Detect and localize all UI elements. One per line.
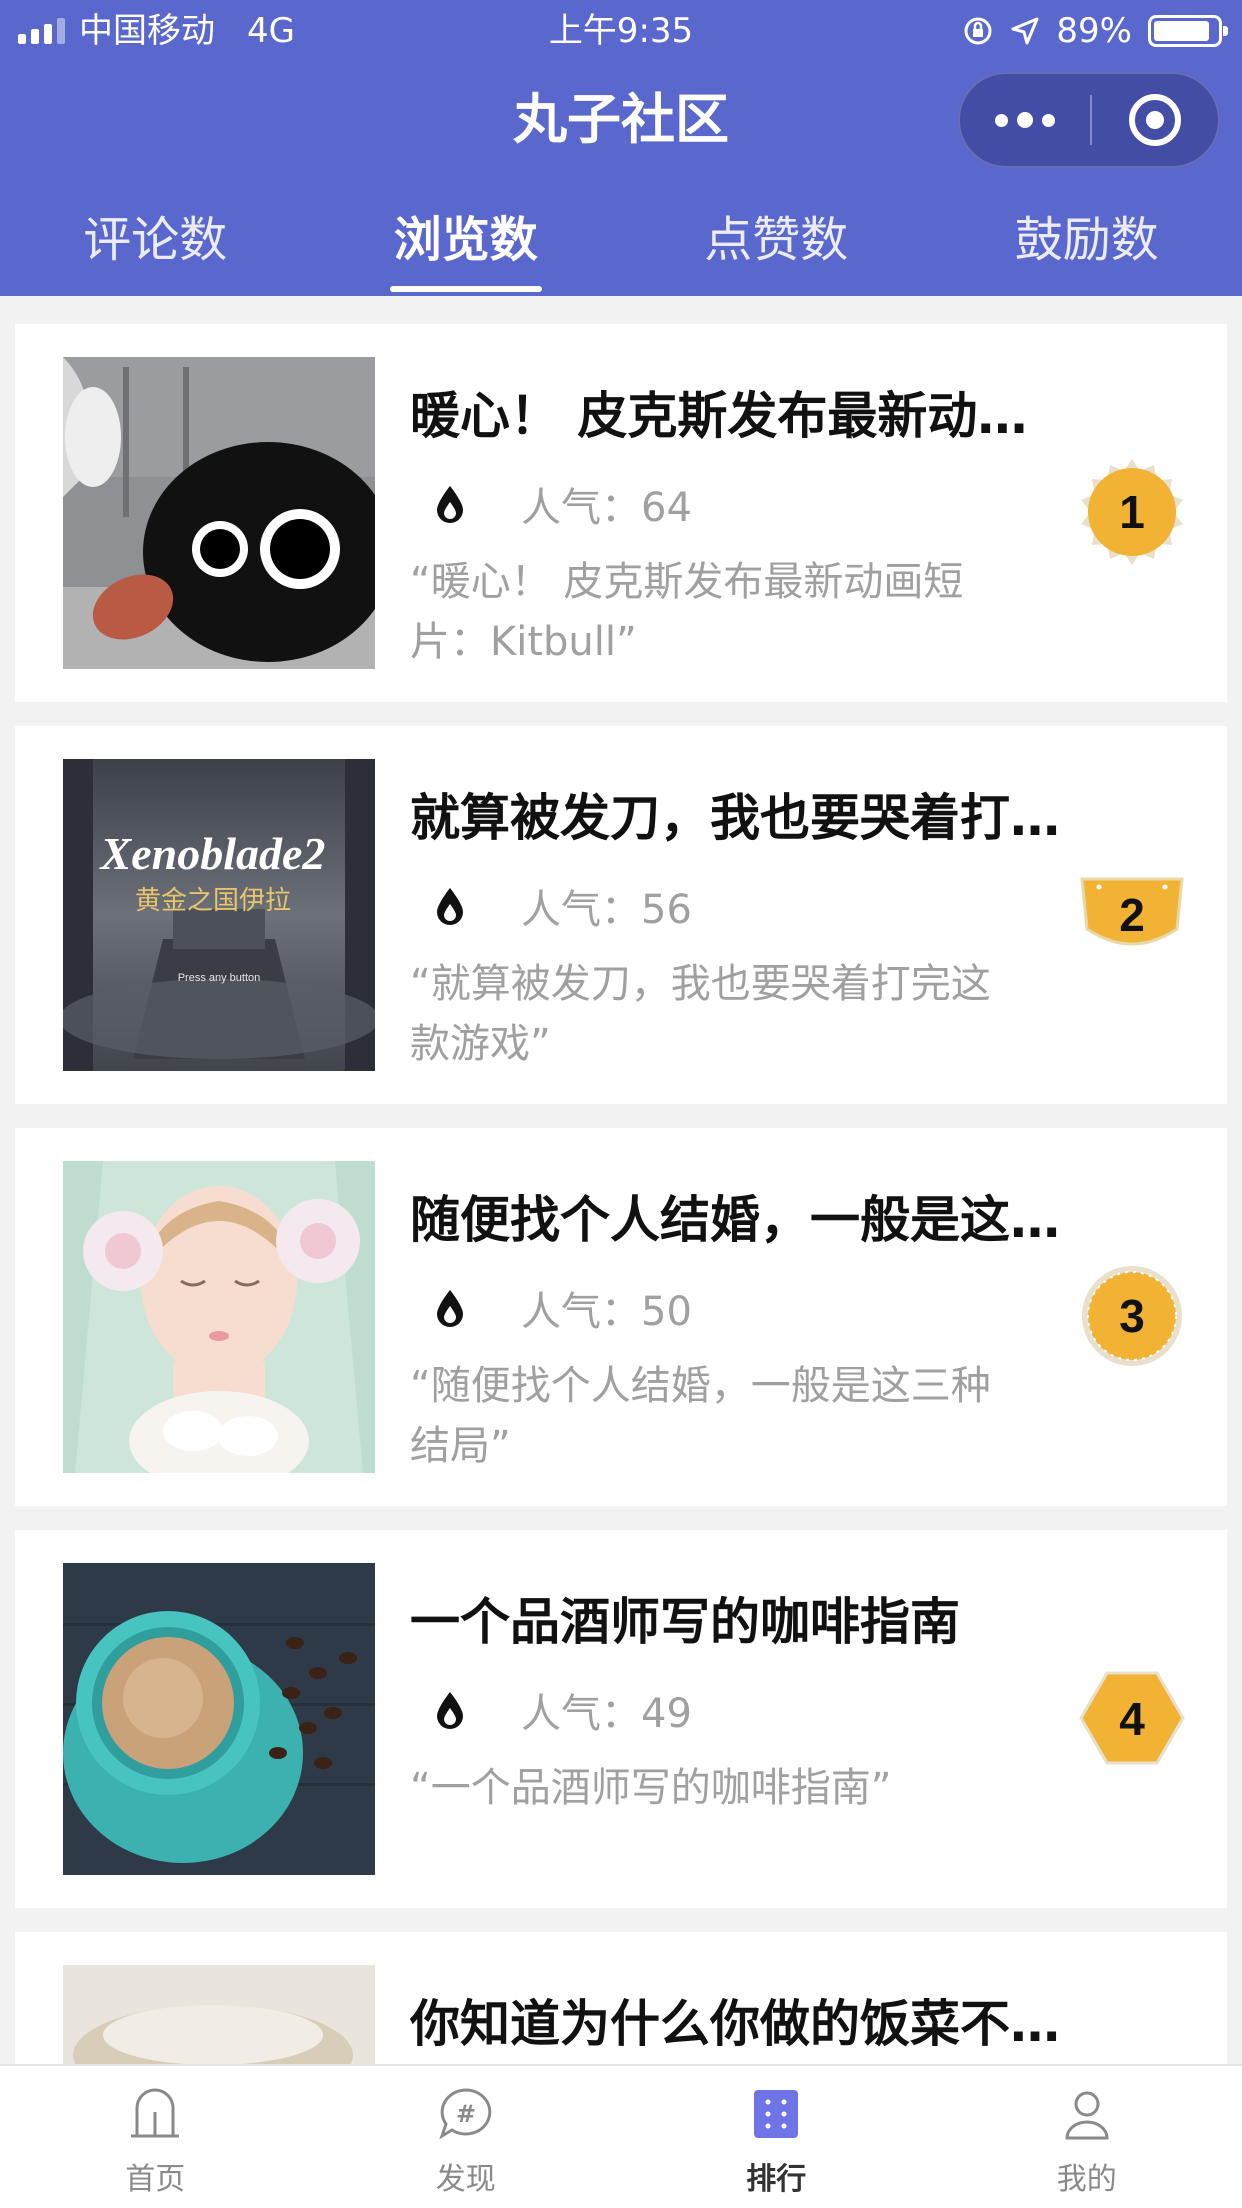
rank-badge-1: 1 — [1081, 459, 1183, 565]
sort-tabs: 评论数 浏览数 点赞数 鼓励数 — [0, 200, 1242, 296]
article-excerpt: “一个品酒师写的咖啡指南” — [410, 1765, 892, 1811]
fire-icon — [437, 888, 463, 925]
article-thumbnail — [63, 1161, 375, 1473]
thumb-press-text: Press any button — [178, 972, 261, 984]
more-button[interactable] — [960, 74, 1090, 166]
article-title[interactable]: 暖心！ 皮克斯发布最新动画短片：Kitbull — [410, 376, 1070, 456]
article-title[interactable]: 你知道为什么你做的饭菜不好吃吗 — [410, 1984, 1070, 2064]
article-excerpt: “就算被发刀，我也要哭着打完这款游戏” — [410, 961, 991, 1067]
tabbar-item-ranking[interactable]: 排行 — [621, 2066, 932, 2208]
svg-text:#: # — [456, 2100, 476, 2128]
popularity-count: 人气：64 — [521, 485, 692, 531]
list-item[interactable]: Xenoblade2 黄金之国伊拉 Press any button 就算被发刀… — [15, 726, 1227, 1104]
list-item[interactable]: 暖心！ 皮克斯发布最新动画短片：Kitbull 人气：64 “暖心！ 皮克斯发布… — [15, 324, 1227, 702]
tab-comments[interactable]: 评论数 — [0, 200, 311, 296]
thumb-game-title: Xenoblade2 — [99, 828, 326, 879]
close-button[interactable] — [1092, 74, 1218, 166]
tabbar-label: 首页 — [125, 2162, 186, 2197]
close-target-icon — [1129, 94, 1181, 146]
article-thumbnail — [63, 357, 375, 669]
rank-number: 3 — [1119, 1290, 1145, 1342]
ranking-icon — [754, 2090, 799, 2138]
bottom-tab-bar: 首页 # 发现 排行 我的 — [0, 2064, 1242, 2208]
header: 中国移动 4G 上午9:35 89% 丸子社区 评论数 浏览数 点赞数 鼓励数 — [0, 0, 1242, 296]
fire-icon — [437, 1290, 463, 1327]
tabbar-label: 排行 — [746, 2162, 807, 2197]
article-title[interactable]: 随便找个人结婚，一般是这三种结局 — [410, 1180, 1070, 1260]
fire-icon — [437, 486, 463, 523]
more-dot-icon — [995, 113, 1008, 127]
more-dot-icon — [1042, 113, 1055, 127]
popularity-count: 人气：56 — [521, 887, 692, 933]
rank-number: 4 — [1119, 1693, 1145, 1745]
tab-views[interactable]: 浏览数 — [311, 200, 622, 296]
tabbar-label: 我的 — [1056, 2162, 1117, 2197]
article-thumbnail: Xenoblade2 黄金之国伊拉 Press any button — [63, 759, 375, 1071]
battery-percent: 89% — [1056, 11, 1132, 51]
popularity-count: 人气：50 — [521, 1289, 692, 1335]
profile-icon — [1065, 2091, 1109, 2140]
tabbar-item-discover[interactable]: # 发现 — [311, 2066, 622, 2208]
fire-icon — [437, 1692, 463, 1729]
orientation-lock-icon — [964, 17, 992, 45]
home-icon — [131, 2088, 180, 2138]
tabbar-label: 发现 — [435, 2162, 496, 2197]
battery-fill — [1154, 21, 1210, 41]
article-excerpt: “暖心！ 皮克斯发布最新动画短片：Kitbull” — [410, 559, 964, 665]
article-title[interactable]: 就算被发刀，我也要哭着打完这款游戏 — [410, 778, 1070, 858]
rank-number: 1 — [1119, 486, 1145, 538]
tabbar-item-profile[interactable]: 我的 — [932, 2066, 1242, 2208]
tab-encouragements[interactable]: 鼓励数 — [932, 200, 1242, 296]
article-thumbnail — [63, 1563, 375, 1875]
rank-badge-4: 4 — [1079, 1671, 1185, 1765]
popularity: 人气：56 — [433, 876, 692, 936]
battery-icon — [1148, 15, 1228, 47]
rank-number: 2 — [1119, 889, 1145, 941]
rank-badge-3: 3 — [1082, 1266, 1182, 1366]
popularity: 人气：49 — [433, 1680, 692, 1740]
popularity-count: 人气：49 — [521, 1691, 692, 1737]
rank-badge-2: 2 — [1080, 877, 1184, 946]
list-item[interactable]: 随便找个人结婚，一般是这三种结局 人气：50 “随便找个人结婚，一般是这三种结局… — [15, 1128, 1227, 1506]
article-title[interactable]: 一个品酒师写的咖啡指南 — [410, 1582, 1070, 1662]
location-icon — [1011, 17, 1039, 45]
list-item[interactable]: 一个品酒师写的咖啡指南 人气：49 “一个品酒师写的咖啡指南” 4 — [15, 1530, 1227, 1908]
tab-likes[interactable]: 点赞数 — [621, 200, 932, 296]
tabbar-item-home[interactable]: 首页 — [0, 2066, 311, 2208]
popularity: 人气：64 — [433, 474, 692, 534]
popularity: 人气：50 — [433, 1278, 692, 1338]
status-bar: 中国移动 4G 上午9:35 89% — [0, 0, 1242, 62]
thumb-game-subtitle: 黄金之国伊拉 — [135, 886, 291, 916]
article-excerpt: “随便找个人结婚，一般是这三种结局” — [410, 1363, 991, 1469]
mini-program-capsule — [958, 72, 1220, 168]
discover-icon: # — [439, 2088, 491, 2140]
more-dot-icon — [1017, 112, 1033, 128]
